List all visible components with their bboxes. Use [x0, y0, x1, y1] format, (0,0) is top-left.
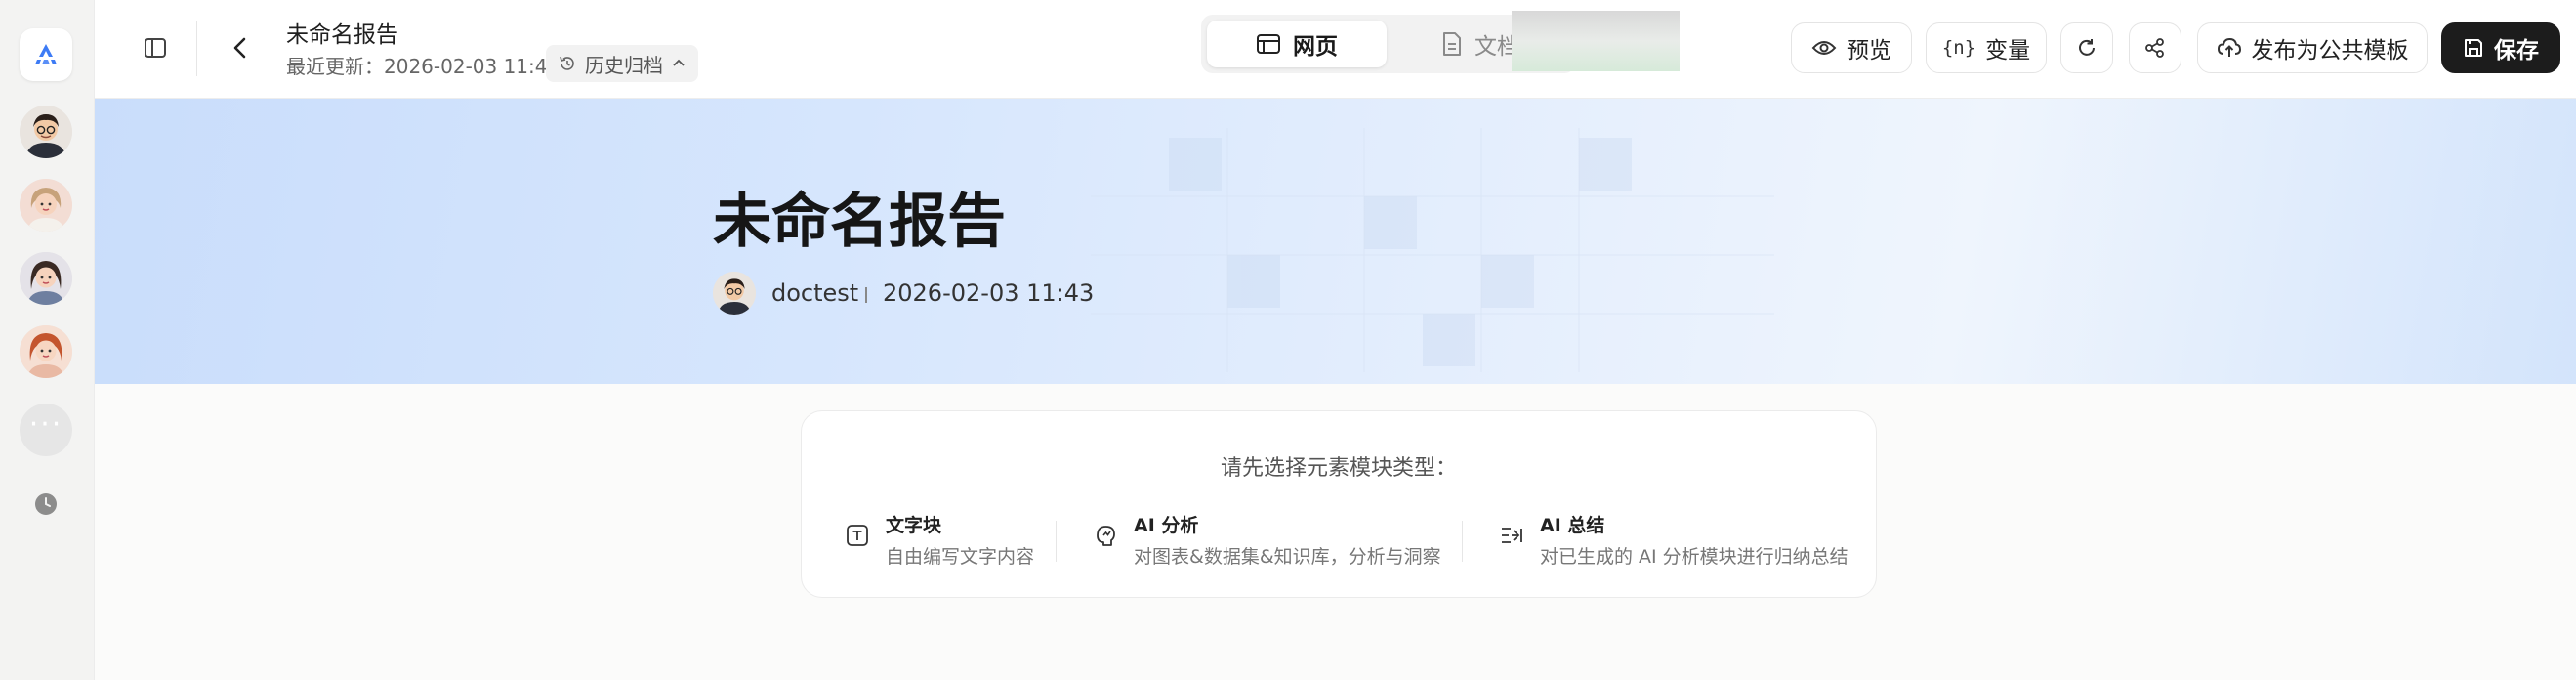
module-title: AI 总结 [1540, 515, 1605, 536]
module-divider [1056, 521, 1057, 562]
refresh-icon [2079, 39, 2095, 56]
module-option-text-block[interactable]: 文字块 自由编写文字内容 [845, 511, 1059, 574]
save-button[interactable]: 保存 [2441, 22, 2560, 73]
avatar-user-3[interactable] [20, 252, 72, 305]
toolbar-divider [196, 21, 197, 76]
left-sidebar: ··· [0, 0, 95, 680]
tab-webpage[interactable]: 网页 [1207, 21, 1387, 67]
sidebar-toggle-icon[interactable] [136, 28, 175, 67]
module-title: 文字块 [886, 515, 942, 536]
document-icon [1443, 32, 1461, 56]
save-disk-icon [2465, 39, 2482, 57]
module-divider [1462, 521, 1463, 562]
module-title: AI 分析 [1134, 515, 1199, 536]
decorative-grid-pattern [1091, 128, 1774, 372]
meta-separator [865, 287, 867, 303]
author-avatar [713, 272, 756, 315]
avatar-user-4[interactable] [20, 325, 72, 378]
doc-title: 未命名报告 [286, 22, 398, 48]
history-label: 历史归档 [585, 53, 663, 77]
cloud-upload-icon [2217, 37, 2241, 57]
module-desc: 对图表&数据集&知识库，分析与洞察 [1134, 546, 1441, 568]
avatar-woman-dark-hair-icon [20, 252, 72, 305]
back-arrow-icon[interactable] [222, 28, 261, 67]
save-label: 保存 [2494, 38, 2539, 64]
avatar-woman-icon [20, 179, 72, 232]
eye-icon [1811, 41, 1837, 55]
selector-prompt: 请先选择元素模块类型： [1220, 456, 1457, 481]
avatar-woman-red-hair-icon [20, 325, 72, 378]
share-icon [2145, 38, 2164, 58]
publish-template-button[interactable]: 发布为公共模板 [2197, 22, 2428, 73]
more-icon[interactable]: ··· [20, 404, 72, 456]
module-type-selector: 请先选择元素模块类型： 文字块 自由编写文字内容 AI 分析 对图表&数据集&知… [801, 410, 1877, 598]
logo-icon [35, 44, 57, 64]
author-name: doctest [771, 279, 859, 307]
preview-button[interactable]: 预览 [1791, 22, 1912, 73]
variables-button[interactable]: {n} 变量 [1926, 22, 2047, 73]
app-logo[interactable] [20, 28, 72, 81]
page-thumbnail[interactable] [1512, 11, 1680, 71]
report-date: 2026-02-03 11:43 [883, 279, 1095, 307]
report-title: 未命名报告 [713, 188, 1006, 256]
module-desc: 自由编写文字内容 [886, 546, 1035, 568]
module-desc: 对已生成的 AI 分析模块进行归纳总结 [1540, 546, 1849, 568]
browser-window-icon [1257, 34, 1280, 54]
variables-label: 变量 [1985, 38, 2031, 64]
publish-label: 发布为公共模板 [2251, 38, 2409, 64]
history-archive-button[interactable]: 历史归档 [546, 45, 698, 82]
module-option-ai-summary[interactable]: AI 总结 对已生成的 AI 分析模块进行归纳总结 [1499, 511, 1870, 574]
avatar-man-glasses-icon [713, 272, 756, 315]
last-update-text: 最近更新：2026-02-03 11:43 [286, 55, 561, 78]
report-hero-banner [95, 99, 2576, 384]
preview-label: 预览 [1847, 38, 1891, 64]
ai-analysis-icon [1097, 526, 1115, 546]
avatar-user-1[interactable] [20, 106, 72, 158]
avatar-man-glasses-icon [20, 106, 72, 158]
chevron-up-icon [673, 59, 685, 66]
ai-summary-icon [1502, 528, 1522, 543]
refresh-button[interactable] [2060, 22, 2113, 73]
clock-icon[interactable] [33, 491, 59, 517]
avatar-user-2[interactable] [20, 179, 72, 232]
module-option-ai-analysis[interactable]: AI 分析 对图表&数据集&知识库，分析与洞察 [1093, 511, 1464, 574]
variables-icon: {n} [1941, 37, 1976, 59]
history-icon [560, 56, 574, 70]
text-block-icon [847, 525, 868, 546]
tab-webpage-label: 网页 [1293, 34, 1338, 60]
share-button[interactable] [2129, 22, 2181, 73]
